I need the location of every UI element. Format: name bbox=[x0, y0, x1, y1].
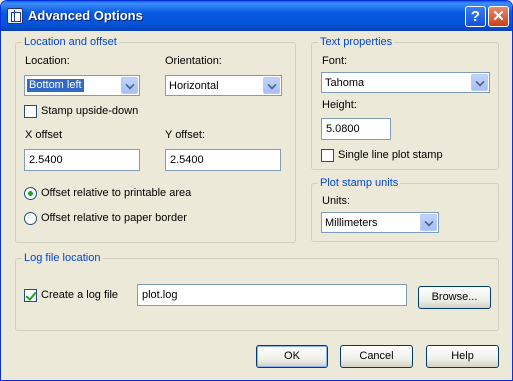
y-offset-field[interactable]: 2.5400 bbox=[165, 149, 281, 171]
log-path-value: plot.log bbox=[142, 289, 178, 301]
app-icon bbox=[7, 8, 23, 24]
x-offset-label: X offset bbox=[25, 129, 63, 141]
cancel-button[interactable]: Cancel bbox=[340, 345, 413, 368]
location-dropdown[interactable]: Bottom left bbox=[24, 75, 140, 96]
height-value: 5.0800 bbox=[326, 123, 360, 135]
offset-printable-area-label[interactable]: Offset relative to printable area bbox=[41, 187, 191, 199]
help-button[interactable]: Help bbox=[426, 345, 499, 368]
create-log-label[interactable]: Create a log file bbox=[41, 289, 118, 301]
units-value: Millimeters bbox=[325, 217, 378, 229]
chevron-down-icon[interactable] bbox=[263, 77, 280, 94]
chevron-down-icon[interactable] bbox=[471, 74, 488, 91]
offset-printable-area-radio[interactable] bbox=[24, 187, 37, 200]
offset-paper-border-label[interactable]: Offset relative to paper border bbox=[41, 212, 187, 224]
font-dropdown[interactable]: Tahoma bbox=[321, 72, 490, 93]
single-line-stamp-checkbox[interactable] bbox=[321, 149, 334, 162]
units-label: Units: bbox=[322, 195, 351, 207]
offset-paper-border-radio[interactable] bbox=[24, 212, 37, 225]
close-button[interactable]: ✕ bbox=[488, 6, 509, 27]
height-label: Height: bbox=[322, 99, 357, 111]
log-file-location-legend: Log file location bbox=[22, 252, 103, 264]
browse-button[interactable]: Browse... bbox=[418, 286, 491, 309]
text-properties-legend: Text properties bbox=[318, 36, 395, 48]
title-bar[interactable]: Advanced Options ? ✕ bbox=[1, 1, 512, 31]
chevron-down-icon[interactable] bbox=[121, 77, 138, 94]
ok-button[interactable]: OK bbox=[256, 345, 328, 368]
orientation-label: Orientation: bbox=[165, 55, 222, 67]
stamp-upside-down-checkbox[interactable] bbox=[24, 105, 37, 118]
create-log-checkbox[interactable] bbox=[24, 289, 37, 302]
y-offset-label: Y offset: bbox=[165, 129, 205, 141]
log-path-field[interactable]: plot.log bbox=[137, 284, 407, 306]
advanced-options-dialog: Advanced Options ? ✕ Location and offset… bbox=[0, 0, 513, 381]
x-offset-field[interactable]: 2.5400 bbox=[24, 149, 140, 171]
font-label: Font: bbox=[322, 55, 348, 67]
title-help-button[interactable]: ? bbox=[465, 6, 486, 27]
orientation-dropdown[interactable]: Horizontal bbox=[165, 75, 282, 96]
font-value: Tahoma bbox=[325, 77, 365, 89]
units-dropdown[interactable]: Millimeters bbox=[321, 212, 439, 233]
x-offset-value: 2.5400 bbox=[29, 154, 63, 166]
location-label: Location: bbox=[25, 55, 70, 67]
location-value: Bottom left bbox=[27, 79, 84, 92]
location-offset-legend: Location and offset bbox=[22, 36, 119, 48]
stamp-upside-down-label[interactable]: Stamp upside-down bbox=[41, 105, 138, 117]
height-field[interactable]: 5.0800 bbox=[321, 118, 391, 140]
y-offset-value: 2.5400 bbox=[170, 154, 204, 166]
window-title: Advanced Options bbox=[28, 8, 143, 23]
chevron-down-icon[interactable] bbox=[420, 214, 437, 231]
orientation-value: Horizontal bbox=[169, 80, 219, 92]
plot-stamp-units-legend: Plot stamp units bbox=[318, 177, 401, 189]
single-line-stamp-label[interactable]: Single line plot stamp bbox=[338, 149, 443, 161]
